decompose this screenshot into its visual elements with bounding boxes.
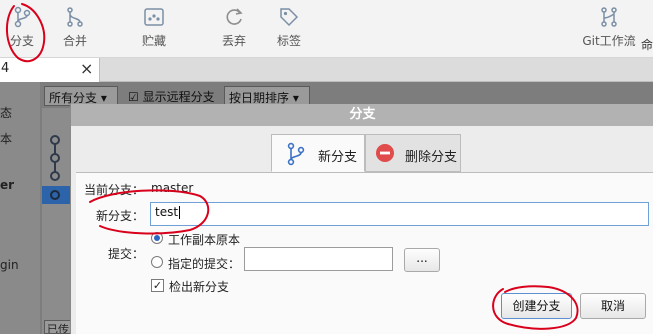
tag-icon (269, 6, 309, 28)
tab-new-branch[interactable]: 新分支 (271, 134, 365, 172)
browse-commit-button[interactable]: ... (404, 248, 440, 272)
selected-commit-row[interactable] (42, 186, 70, 204)
git-flow-icon (580, 6, 638, 28)
show-remote-toggle[interactable]: ☑ 显示远程分支 (128, 86, 218, 106)
merge-button-label: 合并 (62, 34, 87, 48)
repo-tab[interactable]: 4 × (0, 58, 100, 82)
branch-filter-label: 所有分支 (49, 91, 98, 105)
tab-new-branch-label: 新分支 (318, 150, 358, 165)
create-branch-button[interactable]: 创建分支 (501, 293, 572, 319)
sidebar-item[interactable]: 态 (0, 104, 12, 121)
cancel-button[interactable]: 取消 (580, 293, 646, 319)
specified-commit-label[interactable]: 指定的提交： (168, 255, 240, 272)
show-remote-label: 显示远程分支 (142, 90, 215, 104)
tag-button[interactable]: 标签 (269, 4, 309, 54)
branch-button[interactable]: 分支 (2, 4, 42, 54)
current-branch-value: master (151, 181, 194, 195)
checkout-label[interactable]: 检出新分支 (169, 278, 229, 295)
toolbar-overflow-text[interactable]: 命 (641, 36, 653, 53)
sidebar-item[interactable]: 本 (0, 130, 12, 147)
new-branch-icon (286, 142, 306, 169)
git-flow-button[interactable]: Git工作流 (580, 4, 638, 54)
merge-icon (55, 6, 95, 28)
sort-dropdown[interactable]: 按日期排序 ▾ (224, 86, 310, 106)
new-branch-input-value: test (155, 205, 179, 219)
stash-button-label: 贮藏 (141, 34, 166, 48)
delete-branch-icon (375, 143, 395, 166)
text-caret (179, 206, 181, 219)
stash-icon (134, 6, 174, 28)
tab-delete-branch-label: 删除分支 (405, 150, 458, 165)
sort-label: 按日期排序 (229, 91, 290, 105)
git-flow-button-label: Git工作流 (582, 34, 636, 48)
specified-commit-input[interactable] (244, 247, 393, 271)
current-branch-label: 当前分支： (83, 183, 144, 197)
new-branch-input[interactable]: test (150, 202, 649, 226)
sidebar: 态 本 er gin (0, 82, 40, 334)
branch-filter-dropdown[interactable]: 所有分支 ▾ (44, 86, 118, 106)
close-icon[interactable]: × (80, 59, 93, 78)
working-copy-label[interactable]: 工作副本原本 (168, 231, 240, 248)
checkout-checkbox[interactable]: ✓ (151, 279, 164, 292)
stash-button[interactable]: 贮藏 (134, 4, 174, 54)
new-branch-label: 新分支： (95, 209, 144, 223)
commit-graph (42, 108, 70, 334)
discard-button-label: 丢弃 (221, 34, 246, 48)
toolbar: 分支 合并 贮藏 丢弃 标签 Git工作流 命 (0, 0, 653, 58)
tab-strip: 4 × (0, 58, 653, 82)
sidebar-item[interactable]: er (0, 178, 14, 192)
discard-icon (214, 6, 254, 28)
discard-button[interactable]: 丢弃 (214, 4, 254, 54)
merge-button[interactable]: 合并 (55, 4, 95, 54)
tab-delete-branch[interactable]: 删除分支 (365, 134, 461, 172)
branch-icon (2, 6, 42, 28)
sidebar-item[interactable]: gin (0, 258, 19, 272)
tag-button-label: 标签 (276, 34, 301, 48)
commit-label: 提交： (107, 247, 144, 261)
branch-button-label: 分支 (9, 34, 34, 48)
working-copy-radio[interactable] (151, 232, 163, 244)
dialog-title: 分支 (71, 104, 653, 126)
specified-commit-radio[interactable] (151, 256, 163, 268)
repo-tab-title: 4 (1, 61, 10, 76)
